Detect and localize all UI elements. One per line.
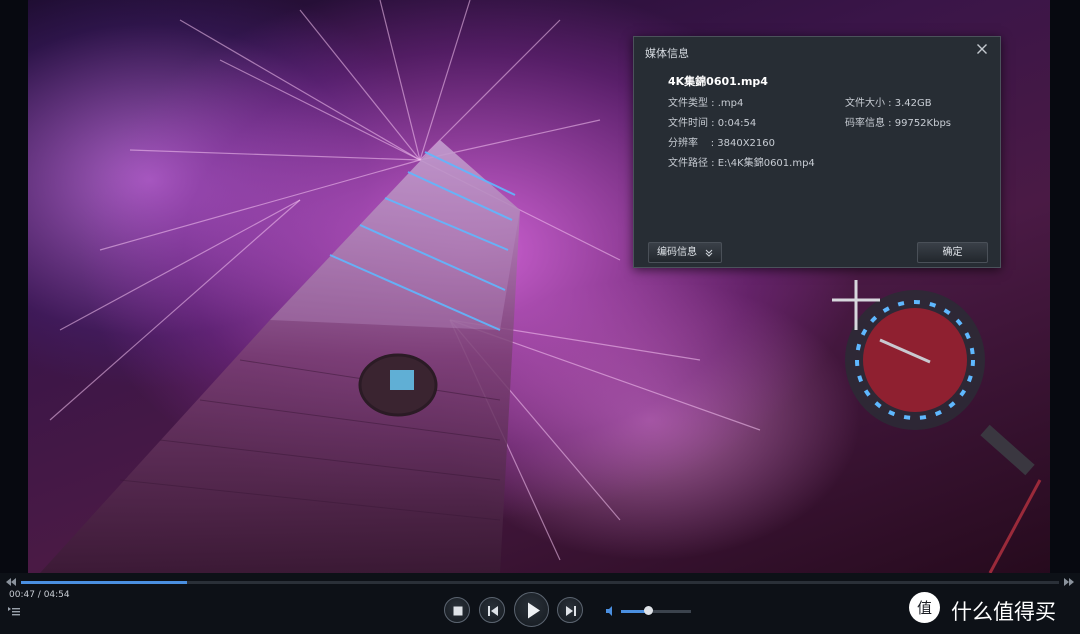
file-name: 4K集錦0601.mp4 [668, 75, 768, 88]
time-display: 00:47 / 04:54 [9, 590, 70, 600]
stop-button[interactable] [444, 597, 470, 623]
close-icon[interactable] [974, 41, 990, 57]
previous-icon [488, 606, 498, 616]
play-icon [528, 602, 540, 619]
codec-info-button[interactable]: 编码信息 [648, 242, 722, 263]
watermark-logo: 值 [909, 592, 940, 623]
chevron-down-icon [705, 249, 713, 257]
watermark-text: 什么值得买 [951, 600, 1056, 624]
next-button[interactable] [557, 597, 583, 623]
dialog-title: 媒体信息 [645, 47, 689, 60]
playlist-icon[interactable] [8, 606, 20, 616]
next-icon [566, 606, 576, 616]
ok-button[interactable]: 确定 [917, 242, 988, 263]
file-type: 文件类型 : .mp4 [668, 98, 744, 109]
seek-bar[interactable] [21, 581, 1059, 584]
file-path: 文件路径 : E:\4K集錦0601.mp4 [668, 158, 815, 169]
stop-icon [453, 606, 463, 616]
media-info-dialog: 媒体信息 4K集錦0601.mp4 文件类型 : .mp4 文件时间 : 0:0… [633, 36, 1001, 268]
file-resolution: 分辨率 : 3840X2160 [668, 138, 776, 149]
watermark-logo-glyph: 值 [917, 599, 932, 617]
previous-button[interactable] [479, 597, 505, 623]
volume-slider[interactable] [621, 606, 691, 615]
file-size: 文件大小 : 3.42GB [845, 98, 932, 109]
file-duration: 文件时间 : 0:04:54 [668, 118, 757, 129]
seek-bar-fill [21, 581, 188, 584]
volume-icon[interactable] [605, 605, 617, 617]
file-bitrate: 码率信息 : 99752Kbps [845, 118, 952, 129]
codec-info-label: 编码信息 [657, 247, 697, 258]
skip-forward-icon[interactable] [1063, 577, 1075, 587]
play-button[interactable] [514, 592, 549, 627]
skip-back-icon[interactable] [5, 577, 17, 587]
volume-knob[interactable] [643, 606, 653, 615]
